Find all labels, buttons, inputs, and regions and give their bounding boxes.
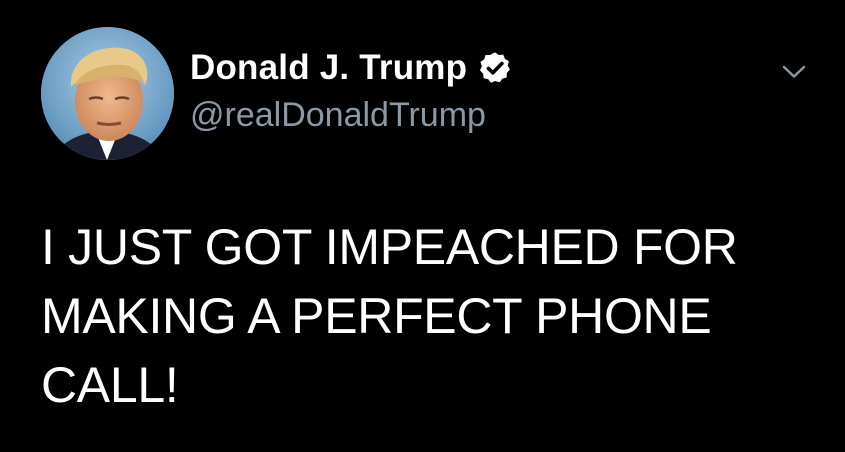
display-name[interactable]: Donald J. Trump [190,44,467,92]
tweet-text: I JUST GOT IMPEACHED FOR MAKING A PERFEC… [41,219,752,413]
tweet-header: Donald J. Trump @realDonaldTrump [190,44,513,136]
chevron-down-icon[interactable] [778,56,810,88]
profile-avatar[interactable] [41,27,174,160]
avatar-portrait [41,27,174,160]
verified-badge-icon [477,50,513,86]
name-row: Donald J. Trump [190,44,513,92]
tweet-card: Donald J. Trump @realDonaldTrump I JUST … [0,0,845,452]
user-handle[interactable]: @realDonaldTrump [190,94,513,136]
